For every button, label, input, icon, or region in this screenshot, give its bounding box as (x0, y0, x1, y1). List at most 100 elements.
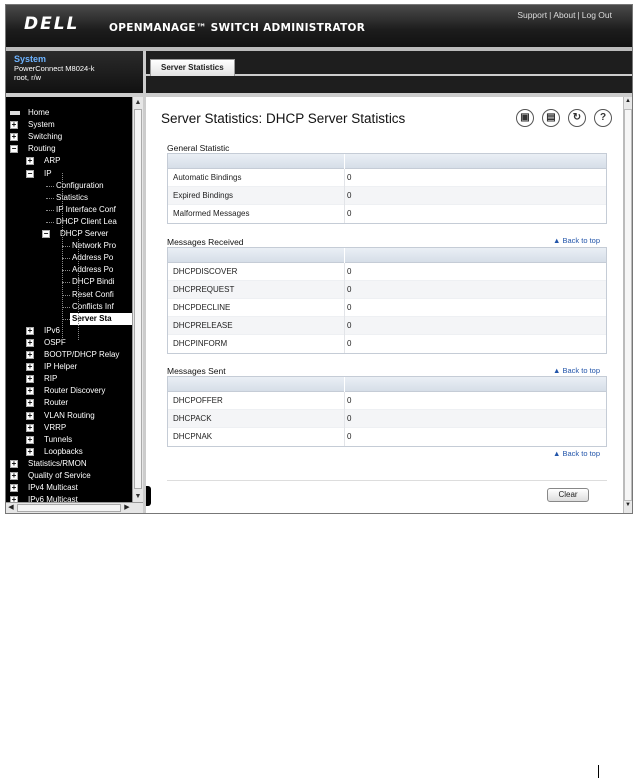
nav-item-vlan-routing[interactable]: VLAN Routing (44, 410, 95, 422)
nav-item-ip[interactable]: IP (44, 168, 52, 180)
stat-value: 0 (347, 209, 352, 218)
home-icon (10, 111, 20, 115)
stat-label: DHCPRELEASE (173, 321, 233, 330)
nav-item-configuration[interactable]: Configuration (56, 180, 104, 192)
about-link[interactable]: About (553, 10, 575, 20)
table-row: DHCPREQUEST 0 (168, 281, 606, 299)
nav-item-ipv6[interactable]: IPv6 (44, 325, 60, 337)
back-to-top-link[interactable]: ▲ Back to top (553, 449, 600, 458)
nav-item-router[interactable]: Router (44, 397, 68, 409)
expand-icon[interactable]: + (26, 351, 34, 359)
stat-label: DHCPDISCOVER (173, 267, 238, 276)
print-icon[interactable]: ▤ (542, 109, 560, 127)
scroll-right-icon[interactable]: ▶ (122, 503, 132, 513)
nav-item-arp[interactable]: ARP (44, 155, 60, 167)
expand-icon[interactable]: + (10, 472, 18, 480)
table-row: Malformed Messages 0 (168, 205, 606, 223)
stat-value: 0 (347, 432, 352, 441)
nav-item-statistics-rmon[interactable]: Statistics/RMON (28, 458, 87, 470)
logout-link[interactable]: Log Out (582, 10, 612, 20)
table-row: DHCPRELEASE 0 (168, 317, 606, 335)
nav-item-switching[interactable]: Switching (28, 131, 62, 143)
nav-item-quality-of-service[interactable]: Quality of Service (28, 470, 91, 482)
expand-icon[interactable]: + (26, 436, 34, 444)
nav-item-loopbacks[interactable]: Loopbacks (44, 446, 83, 458)
save-icon[interactable]: ▣ (516, 109, 534, 127)
content-scroll-down-icon[interactable]: ▼ (624, 502, 632, 508)
table-row: DHCPACK 0 (168, 410, 606, 428)
nav-scroll-thumb[interactable] (134, 109, 142, 489)
nav-item-tunnels[interactable]: Tunnels (44, 434, 72, 446)
expand-icon[interactable]: + (10, 133, 18, 141)
header-banner: DELL OPENMANAGE™ SWITCH ADMINISTRATOR Su… (6, 5, 632, 47)
refresh-icon[interactable]: ↻ (568, 109, 586, 127)
table-row: DHCPNAK 0 (168, 428, 606, 446)
stat-label: Expired Bindings (173, 191, 234, 200)
stat-value: 0 (347, 321, 352, 330)
expand-icon[interactable]: + (26, 424, 34, 432)
content-scrollbar[interactable]: ▲ ▼ (623, 97, 632, 513)
tab-bar: Server Statistics (146, 51, 632, 93)
expand-icon[interactable]: + (26, 387, 34, 395)
messages-received-title: Messages Received (167, 237, 244, 247)
support-link[interactable]: Support (517, 10, 547, 20)
expand-icon[interactable]: + (26, 412, 34, 420)
back-to-top-link[interactable]: ▲ Back to top (553, 366, 600, 375)
nav-item-dhcp-server[interactable]: DHCP Server (60, 228, 108, 240)
stat-label: Automatic Bindings (173, 173, 242, 182)
nav-item-router-discovery[interactable]: Router Discovery (44, 385, 105, 397)
page-margin-mark (598, 765, 599, 778)
nav-item-bootp-dhcp-relay[interactable]: BOOTP/DHCP Relay (44, 349, 119, 361)
nav-item-dhcp-client-lea[interactable]: DHCP Client Lea (56, 216, 117, 228)
expand-icon[interactable]: + (26, 339, 34, 347)
expand-icon[interactable]: + (26, 448, 34, 456)
content-scroll-up-icon[interactable]: ▲ (624, 98, 632, 104)
expand-icon[interactable]: + (10, 121, 18, 129)
expand-icon[interactable]: + (26, 399, 34, 407)
expand-icon[interactable]: + (26, 363, 34, 371)
nav-item-system[interactable]: System (28, 119, 55, 131)
back-to-top-link[interactable]: ▲ Back to top (553, 236, 600, 245)
clear-button[interactable]: Clear (547, 488, 589, 502)
switch-model: PowerConnect M8024-k (14, 64, 95, 73)
expand-icon[interactable]: + (26, 327, 34, 335)
nav-item-rip[interactable]: RIP (44, 373, 57, 385)
nav-horizontal-scrollbar[interactable]: ◀ ▶ (6, 502, 143, 513)
scroll-down-icon[interactable]: ▼ (133, 491, 143, 502)
table-row: Expired Bindings 0 (168, 187, 606, 205)
scroll-left-icon[interactable]: ◀ (6, 503, 16, 513)
nav-item-ip-helper[interactable]: IP Helper (44, 361, 77, 373)
collapse-icon[interactable]: − (42, 230, 50, 238)
table-row: Automatic Bindings 0 (168, 169, 606, 187)
system-info-box: System PowerConnect M8024-k root, r/w (6, 51, 146, 93)
pane-divider[interactable] (143, 97, 146, 513)
stat-label: DHCPACK (173, 414, 212, 423)
nav-hscroll-thumb[interactable] (17, 504, 121, 512)
expand-icon[interactable]: + (10, 460, 18, 468)
stat-label: DHCPOFFER (173, 396, 223, 405)
scroll-up-icon[interactable]: ▲ (133, 97, 143, 108)
nav-item-ip-interface-conf[interactable]: IP Interface Conf (56, 204, 116, 216)
expand-icon[interactable]: + (26, 375, 34, 383)
nav-item-ipv4-multicast[interactable]: IPv4 Multicast (28, 482, 78, 494)
dell-logo: DELL (24, 14, 80, 34)
tab-server-statistics[interactable]: Server Statistics (150, 59, 235, 76)
collapse-icon[interactable]: − (10, 145, 18, 153)
expand-icon[interactable]: + (10, 484, 18, 492)
user-info: root, r/w (14, 73, 42, 82)
nav-item-routing[interactable]: Routing (28, 143, 56, 155)
collapse-icon[interactable]: − (26, 170, 34, 178)
help-icon[interactable]: ? (594, 109, 612, 127)
stat-value: 0 (347, 267, 352, 276)
expand-icon[interactable]: + (26, 157, 34, 165)
nav-item-server-sta[interactable]: Server Sta (70, 313, 132, 325)
content-scroll-thumb[interactable] (624, 109, 632, 501)
navigation-tree: Home + System + Switching − Routing + ARP − IP Conf… (6, 97, 142, 503)
nav-item-home[interactable]: Home (28, 107, 49, 119)
nav-vertical-scrollbar[interactable]: ▲ ▼ (132, 97, 143, 503)
nav-item-vrrp[interactable]: VRRP (44, 422, 66, 434)
messages-sent-table: DHCPOFFER 0 DHCPACK 0 DHCPNAK 0 (167, 376, 607, 447)
system-title[interactable]: System (14, 55, 143, 64)
nav-item-statistics[interactable]: Statistics (56, 192, 88, 204)
table-header (168, 248, 606, 263)
